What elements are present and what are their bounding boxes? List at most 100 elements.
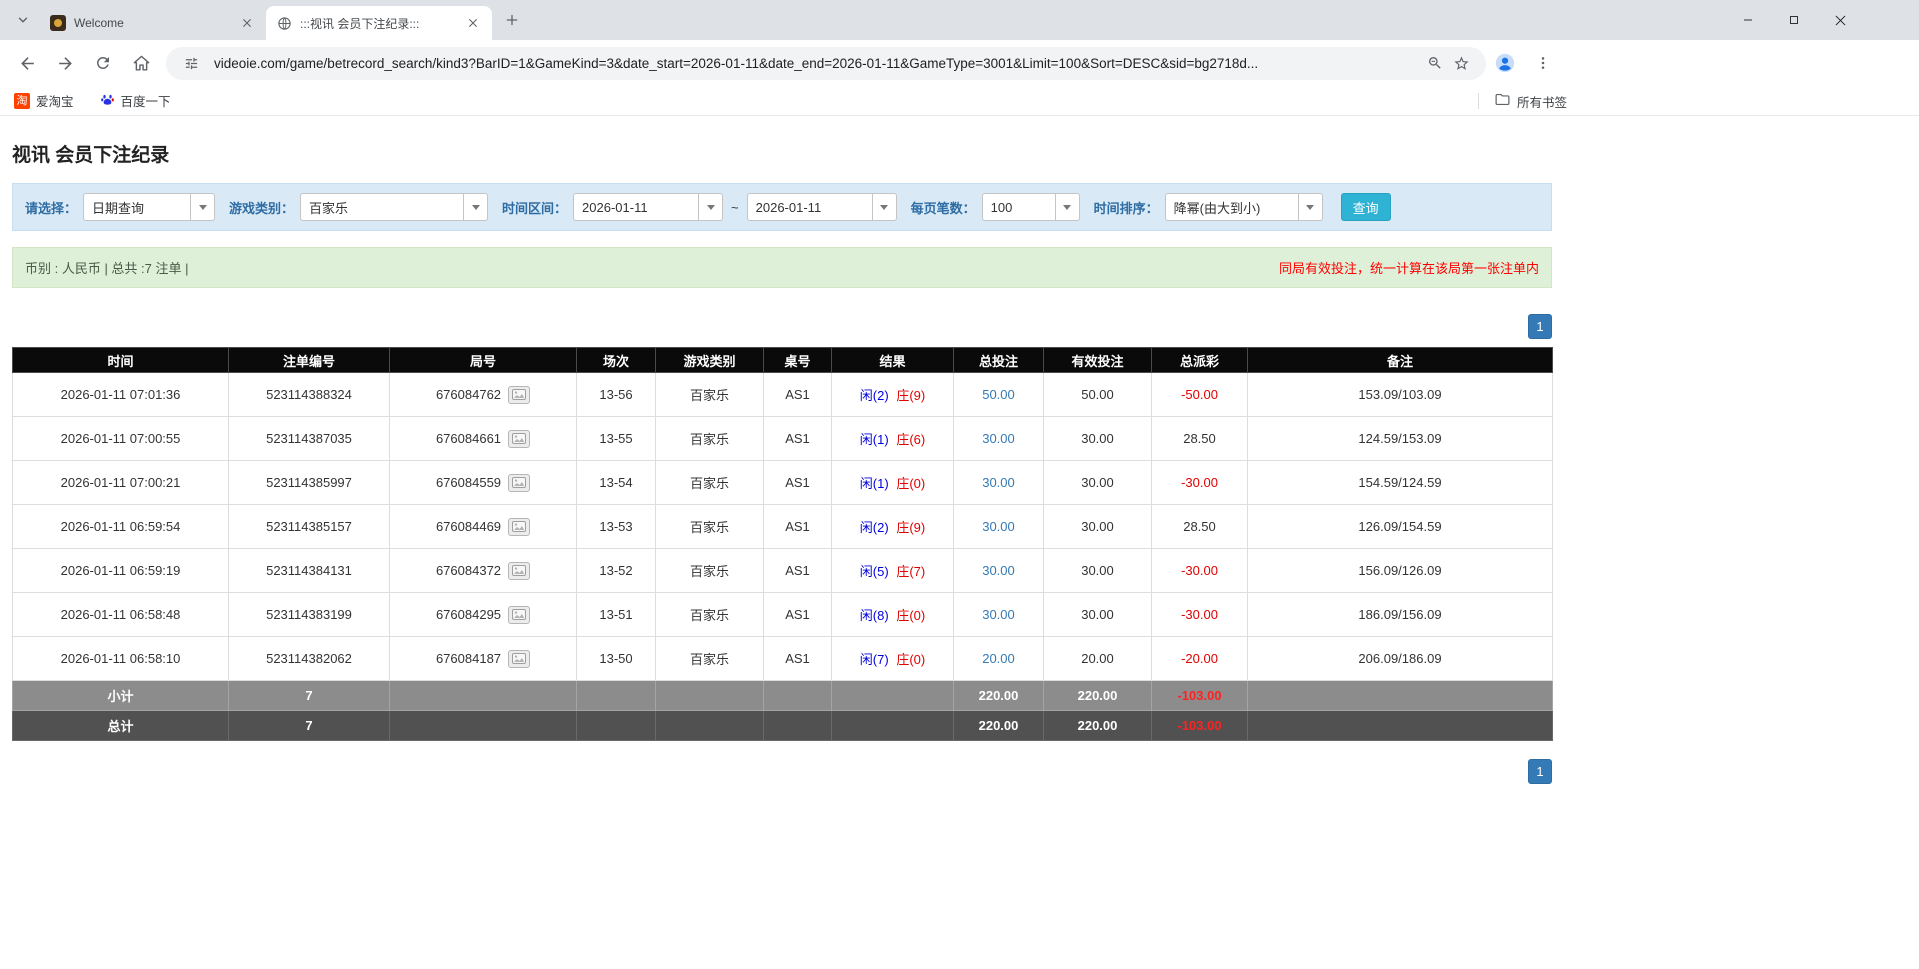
- cell-time: 2026-01-11 07:00:55: [12, 416, 229, 461]
- maximize-icon[interactable]: [1771, 0, 1817, 40]
- bookmark-label: 爱淘宝: [36, 95, 74, 109]
- tab-close-icon[interactable]: [464, 14, 482, 32]
- game-record-icon[interactable]: [508, 385, 531, 404]
- refresh-icon[interactable]: [86, 46, 120, 80]
- round-id: 676084187: [435, 651, 502, 666]
- address-bar[interactable]: videoie.com/game/betrecord_search/kind3?…: [166, 46, 1486, 80]
- result-player: 闲(8): [859, 608, 889, 623]
- cell-total-bet[interactable]: 30.00: [953, 592, 1044, 637]
- game-record-icon[interactable]: [508, 429, 531, 448]
- game-category-select[interactable]: 百家乐: [300, 193, 489, 221]
- empty-cell: [763, 710, 832, 741]
- cell-total-bet[interactable]: 30.00: [953, 460, 1044, 505]
- column-header: 场次: [576, 347, 656, 373]
- profile-icon[interactable]: [1488, 46, 1522, 80]
- query-type-label: 请选择：: [25, 200, 78, 216]
- time-sort-select[interactable]: 降幂(由大到小): [1164, 193, 1323, 221]
- bet-records-table: 时间 注单编号 局号 场次 游戏类别 桌号 结果 总投注 有效投注 总派彩 备注 2026-01-1…: [12, 347, 1553, 741]
- game-category-value: 百家乐: [309, 200, 349, 216]
- cell-note: 153.09/103.09: [1247, 372, 1553, 417]
- navigation-bar: videoie.com/game/betrecord_search/kind3?…: [0, 40, 1919, 86]
- pagination-page-button[interactable]: 1: [1528, 314, 1552, 339]
- date-end-select[interactable]: 2026-01-11: [746, 193, 897, 221]
- round-id: 676084661: [435, 431, 502, 446]
- search-button[interactable]: 查询: [1340, 193, 1391, 221]
- cell-round: 676084661: [389, 416, 577, 461]
- cell-game-type: 百家乐: [655, 548, 764, 593]
- cell-valid-bet: 30.00: [1043, 548, 1152, 593]
- pagination-top: 1: [12, 314, 1552, 339]
- pagination-page-button[interactable]: 1: [1528, 759, 1552, 784]
- cell-note: 126.09/154.59: [1247, 504, 1553, 549]
- cell-time: 2026-01-11 07:01:36: [12, 372, 229, 417]
- bookmark-star-icon[interactable]: [1448, 50, 1474, 76]
- game-record-icon[interactable]: [508, 517, 531, 536]
- game-record-icon[interactable]: [508, 473, 531, 492]
- column-header: 结果: [831, 347, 954, 373]
- chevron-down-icon: [190, 194, 215, 220]
- welcome-favicon-icon: [50, 15, 66, 31]
- cell-round: 676084762: [389, 372, 577, 417]
- new-tab-icon[interactable]: [498, 6, 526, 34]
- cell-game-type: 百家乐: [655, 592, 764, 637]
- close-window-icon[interactable]: [1817, 0, 1863, 40]
- cell-valid-bet: 50.00: [1043, 372, 1152, 417]
- game-record-icon[interactable]: [508, 605, 531, 624]
- cell-total-bet[interactable]: 50.00: [953, 372, 1044, 417]
- date-start-value: 2026-01-11: [582, 199, 648, 215]
- game-record-icon[interactable]: [508, 561, 531, 580]
- cell-round: 676084559: [389, 460, 577, 505]
- cell-total-bet[interactable]: 30.00: [953, 416, 1044, 461]
- cell-total-bet[interactable]: 30.00: [953, 548, 1044, 593]
- tab-welcome[interactable]: Welcome: [40, 6, 266, 40]
- date-start-select[interactable]: 2026-01-11: [573, 193, 724, 221]
- grand-total-total-bet: 220.00: [953, 710, 1044, 741]
- tab-search-chevron-icon[interactable]: [8, 5, 38, 35]
- cell-result: 闲(8) 庄(0): [831, 592, 954, 637]
- empty-cell: [655, 710, 764, 741]
- menu-kebab-icon[interactable]: [1526, 46, 1560, 80]
- minimize-icon[interactable]: [1725, 0, 1771, 40]
- cell-payout: -30.00: [1151, 548, 1248, 593]
- page-content: 视讯 会员下注纪录 请选择： 日期查询 游戏类别： 百家乐 时间区间： 2026…: [0, 116, 1919, 784]
- cell-game-type: 百家乐: [655, 504, 764, 549]
- forward-icon[interactable]: [48, 46, 82, 80]
- zoom-indicator-icon[interactable]: [1422, 50, 1448, 76]
- bookmark-aitaobao[interactable]: 淘 爱淘宝: [10, 89, 78, 113]
- empty-cell: [389, 680, 577, 711]
- query-type-select[interactable]: 日期查询: [83, 193, 216, 221]
- cell-total-bet[interactable]: 20.00: [953, 636, 1044, 681]
- home-icon[interactable]: [124, 46, 158, 80]
- result-player: 闲(1): [859, 432, 889, 447]
- cell-bet-id: 523114383199: [228, 592, 390, 637]
- url-text: videoie.com/game/betrecord_search/kind3?…: [214, 55, 1259, 71]
- filter-bar: 请选择： 日期查询 游戏类别： 百家乐 时间区间： 2026-01-11 ~ 2…: [12, 183, 1552, 231]
- per-page-select[interactable]: 100: [981, 193, 1080, 221]
- cell-round: 676084372: [389, 548, 577, 593]
- cell-payout: -20.00: [1151, 636, 1248, 681]
- tab-bet-records[interactable]: :::视讯 会员下注纪录:::: [266, 6, 492, 40]
- all-bookmarks-button[interactable]: 所有书签: [1490, 89, 1571, 113]
- subtotal-count: 7: [228, 680, 390, 711]
- subtotal-total-bet: 220.00: [953, 680, 1044, 711]
- site-settings-icon[interactable]: [178, 50, 204, 76]
- result-banker: 庄(9): [896, 388, 926, 403]
- tab-close-icon[interactable]: [238, 14, 256, 32]
- result-player: 闲(1): [859, 476, 889, 491]
- cell-table-no: AS1: [763, 416, 832, 461]
- result-player: 闲(2): [859, 520, 889, 535]
- page-title: 视讯 会员下注纪录: [12, 145, 170, 166]
- back-icon[interactable]: [10, 46, 44, 80]
- table-row: 2026-01-11 06:58:10 523114382062 6760841…: [12, 636, 1553, 681]
- column-header: 局号: [389, 347, 577, 373]
- cell-total-bet[interactable]: 30.00: [953, 504, 1044, 549]
- game-record-icon[interactable]: [508, 649, 531, 668]
- cell-bet-id: 523114385997: [228, 460, 390, 505]
- cell-result: 闲(7) 庄(0): [831, 636, 954, 681]
- subtotal-valid-bet: 220.00: [1043, 680, 1152, 711]
- cell-time: 2026-01-11 06:59:54: [12, 504, 229, 549]
- bookmark-baidu[interactable]: 百度一下: [96, 89, 175, 113]
- info-bar: 币别 : 人民币 | 总共 :7 注单 | 同局有效投注，统一计算在该局第一张注…: [12, 247, 1552, 288]
- column-header: 有效投注: [1043, 347, 1152, 373]
- chevron-down-icon: [1297, 194, 1322, 220]
